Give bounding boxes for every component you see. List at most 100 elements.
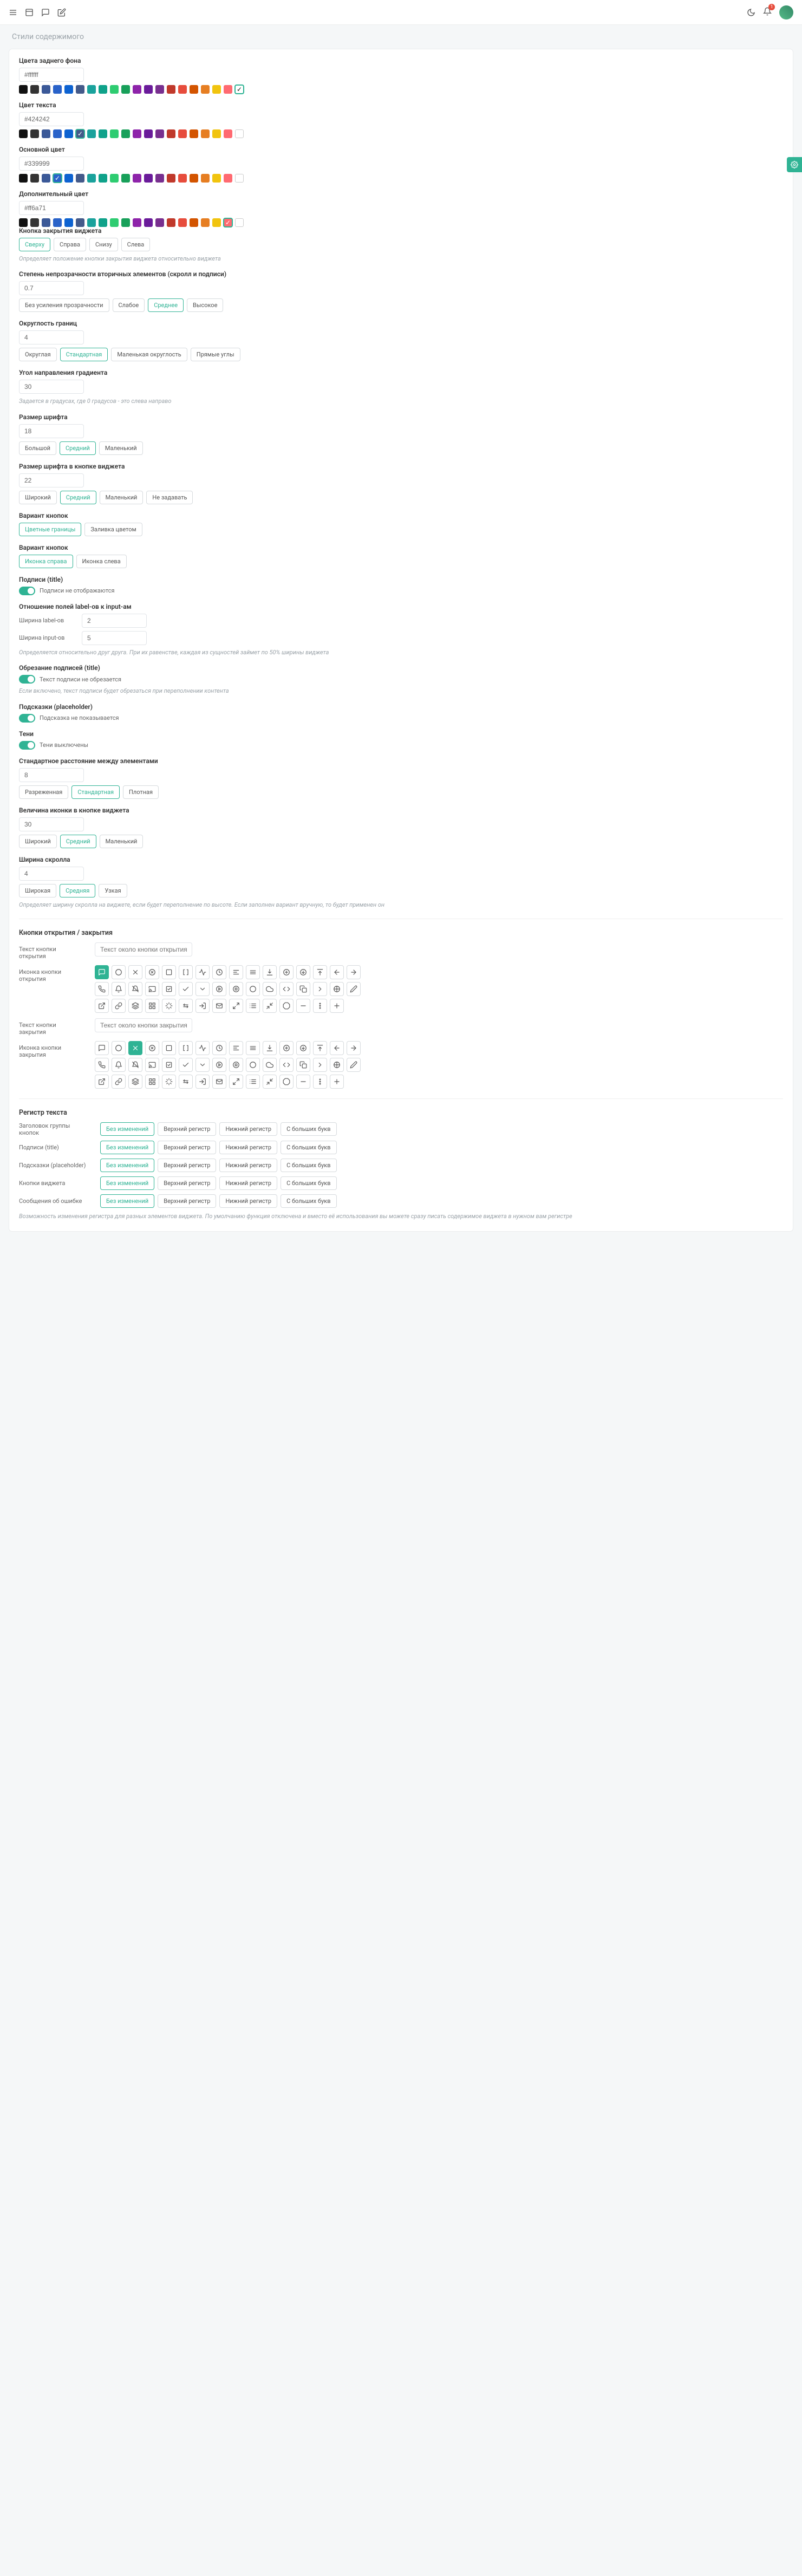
edit-icon-option[interactable] — [347, 982, 361, 996]
spacing-option[interactable]: Стандартная — [71, 785, 120, 799]
spacing-input[interactable] — [19, 768, 84, 782]
register-option[interactable]: Нижний регистр — [219, 1159, 277, 1172]
mail-icon-option[interactable] — [212, 999, 226, 1013]
roundness-option[interactable]: Маленькая округлость — [111, 348, 187, 361]
ratio-input[interactable] — [82, 614, 147, 628]
circle-icon-option[interactable] — [112, 965, 126, 979]
plus-circle-icon-option[interactable] — [279, 1041, 294, 1055]
color-swatch[interactable] — [212, 129, 221, 138]
square-brackets-icon-option[interactable] — [179, 965, 193, 979]
chat-icon[interactable] — [41, 8, 50, 17]
cast-icon-option[interactable] — [145, 1058, 159, 1072]
mail-icon-option[interactable] — [212, 1075, 226, 1089]
play-circle-icon-option[interactable] — [212, 1058, 226, 1072]
register-option[interactable]: С больших букв — [281, 1159, 336, 1172]
more-vertical-icon-option[interactable] — [313, 1075, 327, 1089]
layers-icon-option[interactable] — [128, 999, 142, 1013]
code-icon-option[interactable] — [279, 1058, 294, 1072]
square-icon-option[interactable] — [162, 1041, 176, 1055]
iconsize-option[interactable]: Широкий — [19, 835, 57, 848]
color-swatch[interactable] — [64, 218, 73, 227]
scroll-option[interactable]: Широкая — [19, 884, 56, 897]
x-circle-icon-option[interactable] — [145, 965, 159, 979]
layout-icon[interactable] — [25, 8, 34, 17]
close-btn-option[interactable]: Снизу — [89, 238, 118, 251]
copy-icon-option[interactable] — [296, 1058, 310, 1072]
color-swatch[interactable] — [53, 218, 62, 227]
phone-icon-option[interactable] — [95, 982, 109, 996]
square-brackets-icon-option[interactable] — [179, 1041, 193, 1055]
color-swatch[interactable] — [64, 174, 73, 183]
iconsize-input[interactable] — [19, 817, 84, 831]
color-swatch[interactable] — [87, 218, 96, 227]
stop-circle-icon-option[interactable] — [229, 982, 243, 996]
edit-icon[interactable] — [57, 8, 66, 17]
link-icon-option[interactable] — [112, 999, 126, 1013]
color-swatch[interactable] — [110, 85, 119, 94]
color-swatch[interactable] — [19, 129, 28, 138]
opacity-option[interactable]: Среднее — [148, 298, 184, 312]
opacity-option[interactable]: Слабое — [113, 298, 145, 312]
color-swatch[interactable] — [155, 129, 164, 138]
cloud-icon-option[interactable] — [263, 1058, 277, 1072]
color-swatch[interactable] — [178, 129, 187, 138]
shadows-switch[interactable] — [19, 741, 35, 750]
color-swatch[interactable] — [42, 218, 50, 227]
grid-icon-option[interactable] — [145, 1075, 159, 1089]
plus-icon-option[interactable] — [330, 1075, 344, 1089]
color-swatch[interactable] — [99, 85, 107, 94]
color-swatch[interactable] — [42, 174, 50, 183]
ratio-input[interactable] — [82, 631, 147, 645]
color-swatch[interactable] — [155, 218, 164, 227]
chevron-right-icon-option[interactable] — [313, 982, 327, 996]
register-option[interactable]: С больших букв — [281, 1194, 336, 1208]
chevron-down-icon-option[interactable] — [195, 1058, 210, 1072]
plus-icon-option[interactable] — [330, 999, 344, 1013]
widgetfont-option[interactable]: Широкий — [19, 491, 57, 504]
minus-icon-option[interactable] — [296, 999, 310, 1013]
color-swatch[interactable] — [212, 174, 221, 183]
close-text-input[interactable] — [95, 1018, 192, 1032]
color-swatch[interactable] — [64, 129, 73, 138]
fontsize-option[interactable]: Маленький — [99, 441, 143, 455]
roundness-option[interactable]: Прямые углы — [191, 348, 240, 361]
btnvar1-option[interactable]: Цветные границы — [19, 523, 81, 536]
bg_color-input[interactable] — [19, 68, 84, 82]
btnvar1-option[interactable]: Заливка цветом — [84, 523, 142, 536]
color-swatch[interactable] — [167, 129, 175, 138]
octagon-icon-option[interactable] — [279, 999, 294, 1013]
login-icon-option[interactable] — [195, 1075, 210, 1089]
fontsize-option[interactable]: Большой — [19, 441, 56, 455]
color-swatch[interactable] — [19, 218, 28, 227]
register-option[interactable]: С больших букв — [281, 1122, 336, 1136]
arrow-down-circle-icon-option[interactable] — [296, 965, 310, 979]
bell-off-icon-option[interactable] — [128, 1058, 142, 1072]
octagon-icon-option[interactable] — [279, 1075, 294, 1089]
color-swatch[interactable] — [167, 174, 175, 183]
color-swatch[interactable] — [30, 174, 39, 183]
external-link-icon-option[interactable] — [95, 1075, 109, 1089]
arrow-right-icon-option[interactable] — [347, 1041, 361, 1055]
color-swatch[interactable] — [30, 85, 39, 94]
list-icon-option[interactable] — [246, 1075, 260, 1089]
layers-icon-option[interactable] — [128, 1075, 142, 1089]
chevron-down-icon-option[interactable] — [195, 982, 210, 996]
color-swatch[interactable] — [87, 129, 96, 138]
check-square-icon-option[interactable] — [162, 1058, 176, 1072]
widgetfont-option[interactable]: Не задавать — [146, 491, 193, 504]
color-swatch[interactable] — [212, 218, 221, 227]
activity-icon-option[interactable] — [195, 965, 210, 979]
color-swatch[interactable] — [87, 85, 96, 94]
color-swatch[interactable] — [178, 85, 187, 94]
upload-icon-option[interactable] — [313, 1041, 327, 1055]
register-option[interactable]: Нижний регистр — [219, 1194, 277, 1208]
menu-icon-option[interactable] — [246, 965, 260, 979]
arrow-left-icon-option[interactable] — [330, 965, 344, 979]
spacing-option[interactable]: Разреженная — [19, 785, 68, 799]
color-swatch[interactable] — [110, 174, 119, 183]
text_color-input[interactable] — [19, 112, 84, 126]
play-circle-icon-option[interactable] — [212, 982, 226, 996]
btnvar2-option[interactable]: Иконка слева — [76, 555, 127, 568]
cast-icon-option[interactable] — [145, 982, 159, 996]
guide-icon-option[interactable] — [330, 982, 344, 996]
